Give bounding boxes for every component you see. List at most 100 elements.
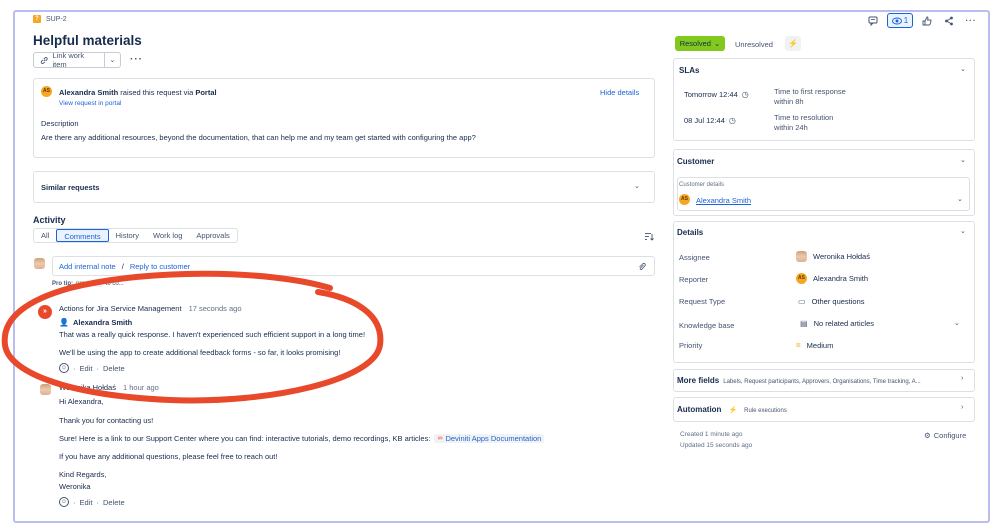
sla-when: 08 Jul 12:44 ◷	[684, 116, 736, 125]
more-actions-button[interactable]: ···	[963, 13, 979, 28]
chevron-down-icon[interactable]: ⌄	[960, 65, 966, 73]
activity-tabs: All Comments History Work log Approvals	[33, 228, 238, 243]
slas-card	[673, 58, 975, 141]
edit-link[interactable]: Edit	[80, 364, 93, 373]
reporter-value[interactable]: AS Alexandra Smith	[796, 273, 868, 284]
avatar	[796, 251, 807, 262]
status-unresolved-button[interactable]: Unresolved	[735, 40, 773, 49]
smart-link-text[interactable]: Deviniti Apps Documentation	[445, 434, 541, 443]
composer-separator: /	[121, 262, 124, 271]
issue-title[interactable]: Helpful materials	[33, 33, 142, 48]
avatar: AS	[679, 194, 690, 205]
description-text: Are there any additional resources, beyo…	[41, 133, 476, 142]
request-type-icon: ?	[33, 15, 41, 23]
breadcrumb[interactable]: ? SUP-2	[33, 15, 67, 23]
dot: ·	[96, 497, 99, 507]
updated-timestamp: Updated 15 seconds ago	[680, 442, 753, 449]
comment-author[interactable]: Weronika Hołdaś	[59, 383, 116, 392]
chevron-down-icon[interactable]: ⌄	[954, 319, 960, 327]
status-resolved-button[interactable]: Resolved ⌄	[675, 36, 725, 51]
vote-button[interactable]	[919, 13, 935, 28]
delete-link[interactable]: Delete	[103, 364, 125, 373]
gear-icon: ⚙	[924, 431, 931, 440]
add-reaction-icon[interactable]: ☺	[59, 497, 69, 507]
priority-label: Priority	[679, 341, 703, 350]
comment-line: If you have any additional questions, pl…	[59, 452, 278, 461]
status-label: Resolved	[679, 39, 711, 48]
avatar	[34, 258, 45, 269]
chevron-down-icon[interactable]: ⌄	[957, 195, 963, 203]
pro-tip-suffix: to co...	[105, 281, 124, 287]
comment-header: Weronika Hołdaś 1 hour ago	[59, 383, 159, 392]
comment-actions: ☺ · Edit · Delete	[59, 363, 125, 373]
chevron-down-icon[interactable]: ⌄	[960, 156, 966, 164]
priority-text: Medium	[806, 341, 834, 350]
comment-line: Weronika	[59, 482, 91, 491]
add-internal-note-link[interactable]: Add internal note	[59, 262, 116, 271]
automation-row: Automation ⚡ Rule executions	[677, 405, 787, 414]
attachment-icon[interactable]	[638, 262, 646, 271]
chevron-down-icon[interactable]: ⌄	[634, 182, 640, 190]
edit-link[interactable]: Edit	[80, 498, 93, 507]
sla-when: Tomorrow 12:44 ◷	[684, 90, 749, 99]
customer-details-label: Customer details	[679, 182, 725, 188]
hide-details-link[interactable]: Hide details	[600, 88, 639, 97]
view-request-link[interactable]: View request in portal	[59, 100, 121, 107]
request-author[interactable]: Alexandra Smith	[59, 88, 118, 97]
chevron-down-icon[interactable]: ⌄	[960, 227, 966, 235]
chevron-down-icon: ⌄	[713, 39, 721, 48]
chevron-right-icon[interactable]: ›	[961, 375, 963, 382]
similar-requests-card[interactable]	[33, 171, 655, 203]
assignee-value[interactable]: Weronika Hołdaś	[796, 251, 870, 262]
sla-when-text: Tomorrow 12:44	[684, 90, 738, 99]
header-actions: 1 ···	[865, 13, 979, 28]
rule-executions-label: Rule executions	[744, 408, 787, 414]
customer-title[interactable]: Customer	[677, 157, 714, 166]
tab-approvals[interactable]: Approvals	[189, 229, 236, 242]
activity-heading: Activity	[33, 215, 66, 225]
details-title[interactable]: Details	[677, 228, 703, 237]
thumbs-up-icon	[922, 16, 932, 25]
pro-tip-key: M	[93, 281, 103, 287]
feedback-button[interactable]	[865, 13, 881, 28]
request-type-value[interactable]: ▭ Other questions	[798, 297, 865, 306]
comment-line: Thank you for contacting us!	[59, 416, 154, 425]
comment-link-prefix: Sure! Here is a link to our Support Cent…	[59, 434, 431, 443]
priority-value[interactable]: = Medium	[796, 341, 833, 350]
share-button[interactable]	[941, 13, 957, 28]
comment-author[interactable]: Actions for Jira Service Management	[59, 304, 182, 313]
issue-more-button[interactable]: ···	[130, 54, 143, 65]
share-icon	[945, 16, 953, 25]
sort-icon[interactable]	[644, 232, 654, 241]
chevron-right-icon[interactable]: ›	[961, 404, 963, 411]
similar-requests-label: Similar requests	[41, 183, 100, 192]
on-behalf-name: Alexandra Smith	[72, 318, 133, 327]
tab-all[interactable]: All	[34, 229, 56, 242]
pro-tip-press: press	[76, 281, 91, 287]
delete-link[interactable]: Delete	[103, 498, 125, 507]
issue-key[interactable]: SUP-2	[46, 16, 67, 23]
chevron-down-icon[interactable]: ⌄	[105, 56, 120, 64]
knowledge-base-value[interactable]: ▤ No related articles	[800, 319, 874, 328]
link-work-item-button[interactable]: Link work item ⌄	[33, 51, 121, 69]
comment-header: Actions for Jira Service Management 17 s…	[59, 304, 242, 313]
tab-work-log[interactable]: Work log	[146, 229, 189, 242]
sla-goal: Time to first response	[774, 87, 846, 96]
add-reaction-icon[interactable]: ☺	[59, 363, 69, 373]
watch-button[interactable]: 1	[887, 13, 913, 28]
tab-history[interactable]: History	[109, 229, 146, 242]
request-channel: Portal	[195, 88, 217, 97]
book-icon: ▤	[800, 319, 808, 328]
smart-link[interactable]: ∞ Deviniti Apps Documentation	[434, 434, 545, 443]
comment-actions: ☺ · Edit · Delete	[59, 497, 125, 507]
slas-title[interactable]: SLAs	[679, 66, 699, 75]
dot: ·	[73, 363, 76, 373]
tab-comments[interactable]: Comments	[56, 229, 109, 242]
deviniti-logo-icon: ∞	[437, 435, 443, 442]
customer-name-link[interactable]: Alexandra Smith	[696, 196, 751, 205]
reporter-label: Reporter	[679, 275, 709, 284]
knowledge-base-text: No related articles	[813, 319, 875, 328]
reply-to-customer-link[interactable]: Reply to customer	[130, 262, 190, 271]
configure-button[interactable]: ⚙ Configure	[924, 431, 966, 440]
automation-trigger-button[interactable]: ⚡	[785, 36, 801, 51]
